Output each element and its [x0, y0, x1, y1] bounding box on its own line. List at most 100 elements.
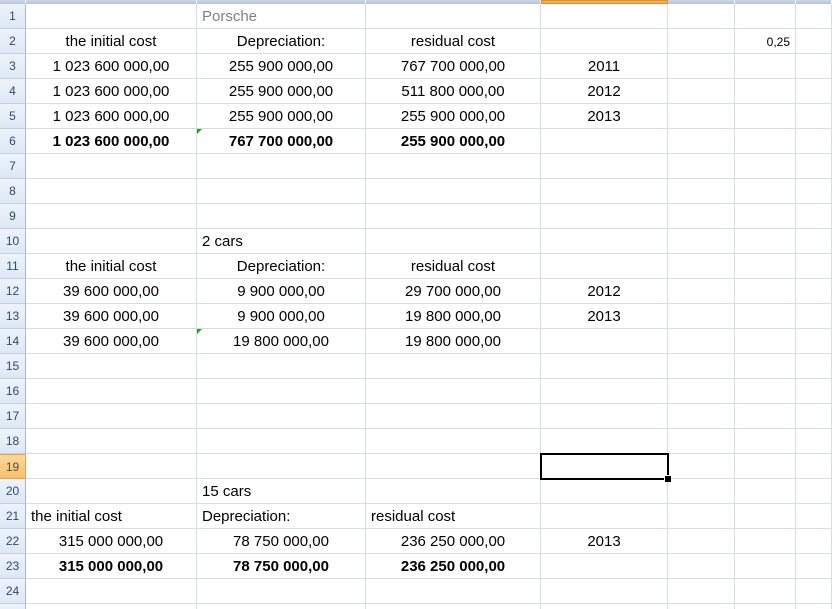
- cell-A19[interactable]: [26, 454, 197, 479]
- cell-E9[interactable]: [668, 204, 735, 229]
- cell-G25[interactable]: [796, 604, 832, 609]
- cell-A1[interactable]: [26, 4, 197, 29]
- cell-C20[interactable]: [366, 479, 541, 504]
- cell-B23[interactable]: 78 750 000,00: [197, 554, 366, 579]
- row-header-23[interactable]: 23: [0, 554, 26, 579]
- cell-G1[interactable]: [796, 4, 832, 29]
- cell-A24[interactable]: [26, 579, 197, 604]
- row-header-20[interactable]: 20: [0, 479, 26, 504]
- cell-C16[interactable]: [366, 379, 541, 404]
- cell-C3[interactable]: 767 700 000,00: [366, 54, 541, 79]
- cell-A5[interactable]: 1 023 600 000,00: [26, 104, 197, 129]
- cell-D3[interactable]: 2011: [541, 54, 668, 79]
- cell-B5[interactable]: 255 900 000,00: [197, 104, 366, 129]
- row-header-12[interactable]: 12: [0, 279, 26, 304]
- cell-A21[interactable]: the initial cost: [26, 504, 197, 529]
- cell-F7[interactable]: [735, 154, 796, 179]
- cell-F8[interactable]: [735, 179, 796, 204]
- cell-G16[interactable]: [796, 379, 832, 404]
- cell-B17[interactable]: [197, 404, 366, 429]
- cell-C23[interactable]: 236 250 000,00: [366, 554, 541, 579]
- cell-G19[interactable]: [796, 454, 832, 479]
- cell-D13[interactable]: 2013: [541, 304, 668, 329]
- cell-C21[interactable]: residual cost: [366, 504, 541, 529]
- cell-G13[interactable]: [796, 304, 832, 329]
- row-header-1[interactable]: 1: [0, 4, 26, 29]
- cell-F9[interactable]: [735, 204, 796, 229]
- cell-D9[interactable]: [541, 204, 668, 229]
- cell-D5[interactable]: 2013: [541, 104, 668, 129]
- cell-G8[interactable]: [796, 179, 832, 204]
- cell-D25[interactable]: [541, 604, 668, 609]
- cell-A6[interactable]: 1 023 600 000,00: [26, 129, 197, 154]
- cell-D20[interactable]: [541, 479, 668, 504]
- cell-A2[interactable]: the initial cost: [26, 29, 197, 54]
- cell-E12[interactable]: [668, 279, 735, 304]
- cell-D1[interactable]: [541, 4, 668, 29]
- row-header-22[interactable]: 22: [0, 529, 26, 554]
- cell-A20[interactable]: [26, 479, 197, 504]
- cell-B10[interactable]: 2 cars: [197, 229, 366, 254]
- cell-C9[interactable]: [366, 204, 541, 229]
- cell-F19[interactable]: [735, 454, 796, 479]
- row-header-11[interactable]: 11: [0, 254, 26, 279]
- cell-G17[interactable]: [796, 404, 832, 429]
- cell-A16[interactable]: [26, 379, 197, 404]
- cell-F3[interactable]: [735, 54, 796, 79]
- cell-G2[interactable]: [796, 29, 832, 54]
- cell-F17[interactable]: [735, 404, 796, 429]
- cell-C13[interactable]: 19 800 000,00: [366, 304, 541, 329]
- cell-B1[interactable]: Porsche: [197, 4, 366, 29]
- row-header-16[interactable]: 16: [0, 379, 26, 404]
- row-header-25[interactable]: 25: [0, 604, 26, 609]
- row-header-18[interactable]: 18: [0, 429, 26, 454]
- cell-F11[interactable]: [735, 254, 796, 279]
- cell-G10[interactable]: [796, 229, 832, 254]
- row-header-15[interactable]: 15: [0, 354, 26, 379]
- row-header-9[interactable]: 9: [0, 204, 26, 229]
- cell-E10[interactable]: [668, 229, 735, 254]
- cell-B21[interactable]: Depreciation:: [197, 504, 366, 529]
- cell-G9[interactable]: [796, 204, 832, 229]
- fill-handle[interactable]: [664, 475, 671, 482]
- cell-D24[interactable]: [541, 579, 668, 604]
- cell-B18[interactable]: [197, 429, 366, 454]
- cell-B24[interactable]: [197, 579, 366, 604]
- cell-E23[interactable]: [668, 554, 735, 579]
- cell-E3[interactable]: [668, 54, 735, 79]
- cell-G23[interactable]: [796, 554, 832, 579]
- cell-G12[interactable]: [796, 279, 832, 304]
- cell-E5[interactable]: [668, 104, 735, 129]
- row-header-7[interactable]: 7: [0, 154, 26, 179]
- cell-F12[interactable]: [735, 279, 796, 304]
- cell-A7[interactable]: [26, 154, 197, 179]
- cell-F23[interactable]: [735, 554, 796, 579]
- cell-F4[interactable]: [735, 79, 796, 104]
- cell-D16[interactable]: [541, 379, 668, 404]
- cell-E4[interactable]: [668, 79, 735, 104]
- cell-E2[interactable]: [668, 29, 735, 54]
- cell-A12[interactable]: 39 600 000,00: [26, 279, 197, 304]
- row-header-3[interactable]: 3: [0, 54, 26, 79]
- cell-F5[interactable]: [735, 104, 796, 129]
- row-header-8[interactable]: 8: [0, 179, 26, 204]
- cell-A15[interactable]: [26, 354, 197, 379]
- cell-G7[interactable]: [796, 154, 832, 179]
- cell-G18[interactable]: [796, 429, 832, 454]
- cell-F16[interactable]: [735, 379, 796, 404]
- cell-C8[interactable]: [366, 179, 541, 204]
- row-header-2[interactable]: 2: [0, 29, 26, 54]
- cell-B7[interactable]: [197, 154, 366, 179]
- cell-D12[interactable]: 2012: [541, 279, 668, 304]
- row-header-17[interactable]: 17: [0, 404, 26, 429]
- cell-C14[interactable]: 19 800 000,00: [366, 329, 541, 354]
- cell-B16[interactable]: [197, 379, 366, 404]
- cell-F18[interactable]: [735, 429, 796, 454]
- cell-B13[interactable]: 9 900 000,00: [197, 304, 366, 329]
- cell-E16[interactable]: [668, 379, 735, 404]
- cell-B25[interactable]: [197, 604, 366, 609]
- cell-E14[interactable]: [668, 329, 735, 354]
- cell-C1[interactable]: [366, 4, 541, 29]
- cell-C11[interactable]: residual cost: [366, 254, 541, 279]
- cell-D23[interactable]: [541, 554, 668, 579]
